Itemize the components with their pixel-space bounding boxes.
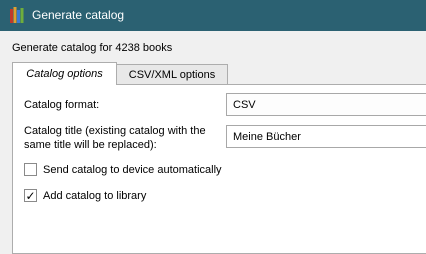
add-to-library-checkbox[interactable]: ✓ — [24, 189, 37, 202]
title-bar: Generate catalog — [0, 0, 426, 31]
window-title: Generate catalog — [32, 8, 125, 22]
add-to-library-option[interactable]: ✓ Add catalog to library — [24, 189, 146, 202]
catalog-title-label-line2: same title will be replaced): — [24, 139, 157, 151]
catalog-heading: Generate catalog for 4238 books — [12, 42, 173, 54]
checkmark-icon: ✓ — [25, 188, 36, 203]
send-to-device-label: Send catalog to device automatically — [43, 163, 222, 176]
send-to-device-option[interactable]: Send catalog to device automatically — [24, 163, 222, 176]
send-to-device-checkbox[interactable] — [24, 163, 37, 176]
tab-catalog-options[interactable]: Catalog options — [12, 62, 117, 85]
catalog-title-input[interactable]: Meine Bücher — [226, 125, 426, 148]
catalog-format-label: Catalog format: — [24, 99, 100, 111]
books-icon — [10, 7, 24, 23]
catalog-format-value: CSV — [233, 98, 256, 111]
catalog-format-select[interactable]: CSV — [226, 93, 426, 116]
catalog-title-label: Catalog title (existing catalog with the… — [24, 124, 206, 152]
catalog-title-value: Meine Bücher — [233, 130, 301, 143]
catalog-title-label-line1: Catalog title (existing catalog with the — [24, 125, 206, 137]
tab-csv-xml-options[interactable]: CSV/XML options — [117, 64, 228, 85]
add-to-library-label: Add catalog to library — [43, 189, 147, 202]
